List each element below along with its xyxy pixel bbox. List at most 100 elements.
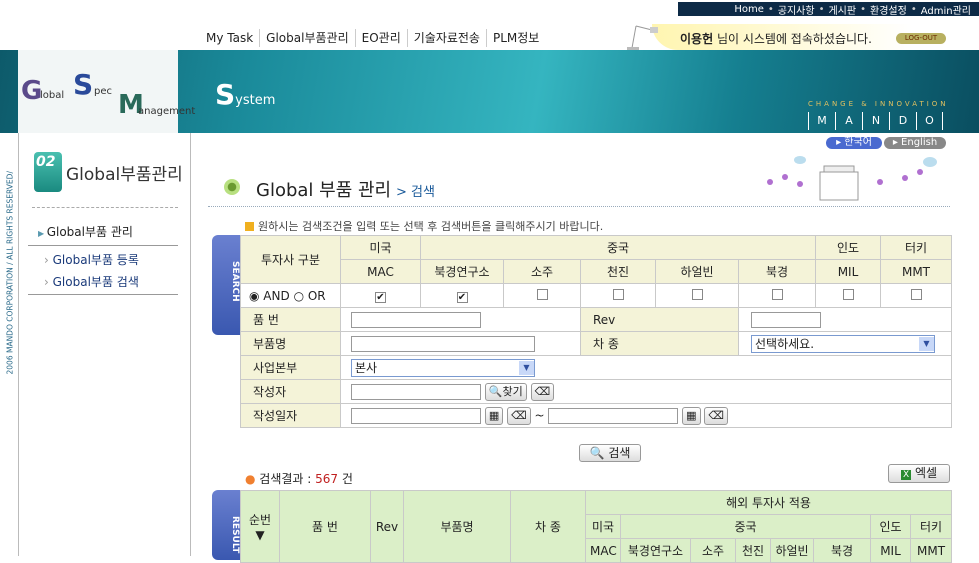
site-checkbox[interactable]	[842, 288, 854, 300]
date-from-input[interactable]	[351, 407, 481, 424]
division-select[interactable]: 본사 ▼	[351, 358, 535, 377]
col-site: 하얼빈	[770, 538, 814, 563]
part-name-input[interactable]	[351, 335, 535, 352]
site-checkbox-cell	[503, 283, 581, 308]
search-icon: 🔍	[488, 384, 503, 398]
col-site: 천진	[735, 538, 771, 563]
site-checkbox[interactable]	[910, 288, 922, 300]
slogan: CHANGE & INNOVATION	[808, 100, 949, 108]
site-checkbox-cell	[655, 283, 739, 308]
chevron-icon: ›	[44, 275, 53, 289]
country-us: 미국	[340, 235, 421, 260]
investor-label: 투자사 구분	[240, 235, 341, 284]
site-checkbox[interactable]	[691, 288, 703, 300]
eraser-button[interactable]: ⌫	[507, 406, 531, 425]
korean-button[interactable]: ▸ 한국어	[826, 137, 882, 149]
country-in: 인도	[815, 235, 881, 260]
bullet-icon: ●	[245, 472, 260, 486]
rev-input[interactable]	[751, 311, 821, 328]
logout-button[interactable]: LOG-OUT	[896, 33, 946, 44]
breadcrumb: > 검색	[396, 185, 435, 200]
country-tr: 터키	[880, 235, 952, 260]
site-checkbox-cell	[580, 283, 656, 308]
divider	[32, 207, 178, 208]
menu-tech-transfer[interactable]: 기술자료전송	[408, 29, 487, 47]
sort-no-header[interactable]: 순번▼	[240, 490, 280, 563]
english-button[interactable]: ▸ English	[884, 137, 946, 149]
result-tab: RESULT	[212, 490, 240, 560]
site-checkbox[interactable]	[612, 288, 624, 300]
col-part-name: 부품명	[403, 490, 511, 563]
and-radio[interactable]: ◉	[249, 289, 263, 303]
site-header: MAC	[340, 259, 421, 284]
country-cn: 중국	[420, 235, 816, 260]
settings-link[interactable]: 환경설정	[870, 2, 907, 17]
site-header: 북경	[738, 259, 816, 284]
search-icon: 🔍	[589, 446, 605, 460]
site-checkbox-cell: ✔	[340, 283, 421, 308]
divider	[18, 133, 19, 556]
menu-my-task[interactable]: My Task	[200, 29, 261, 47]
page-title: Global 부품 관리	[256, 180, 392, 201]
admin-link[interactable]: Admin관리	[921, 2, 971, 17]
author-input[interactable]	[351, 383, 481, 400]
part-name-label: 부품명	[240, 331, 341, 356]
division-label: 사업본부	[240, 355, 341, 380]
system-logo-text: System	[215, 78, 276, 111]
gsms-logo[interactable]: Global Spec Management	[18, 50, 195, 133]
result-count: ● 검색결과 : 567 건	[245, 472, 353, 486]
excel-button[interactable]: X 엑셀	[888, 464, 950, 483]
and-or-radio[interactable]: ◉ AND ○ OR	[240, 283, 341, 308]
welcome-area: 이용헌 님이 시스템에 접속하셨습니다. LOG-OUT	[622, 20, 952, 50]
site-checkbox-cell	[880, 283, 952, 308]
sidebar-item-label: Global부품 관리	[46, 225, 133, 239]
divider	[208, 206, 950, 207]
triangle-icon: ▶	[38, 229, 47, 238]
site-checkbox[interactable]: ✔	[375, 291, 386, 303]
menu-plm[interactable]: PLM정보	[487, 29, 545, 47]
site-checkbox[interactable]: ✔	[456, 291, 468, 303]
col-site: MMT	[909, 538, 953, 563]
user-name: 이용헌	[680, 32, 714, 46]
menu-eo[interactable]: EO관리	[356, 29, 408, 47]
col-site: 북경	[813, 538, 871, 563]
date-to-input[interactable]	[548, 407, 679, 424]
divider	[28, 294, 178, 295]
site-checkbox[interactable]	[771, 288, 783, 300]
or-radio[interactable]: ○	[294, 289, 308, 303]
home-link[interactable]: Home	[734, 4, 764, 15]
site-header: 북경연구소	[420, 259, 504, 284]
calendar-icon[interactable]: ▦	[682, 406, 701, 425]
eraser-button[interactable]: ⌫	[704, 406, 728, 425]
col-site: MAC	[585, 538, 621, 563]
site-header: 소주	[503, 259, 581, 284]
section-icon: 02	[34, 152, 62, 192]
part-no-input[interactable]	[351, 311, 481, 328]
site-header: MIL	[815, 259, 881, 284]
welcome-text: 님이 시스템에 접속하셨습니다.	[713, 32, 872, 46]
search-button[interactable]: 🔍 검색	[579, 444, 641, 462]
car-type-select[interactable]: 선택하세요. ▼	[751, 334, 935, 353]
eraser-button[interactable]: ⌫	[530, 382, 555, 401]
sidebar-item-register[interactable]: › Global부품 등록	[44, 251, 139, 268]
site-header: 천진	[580, 259, 656, 284]
site-checkbox-cell: ✔	[420, 283, 504, 308]
site-checkbox[interactable]	[536, 288, 548, 300]
menu-global-parts[interactable]: Global부품관리	[260, 29, 356, 47]
col-us: 미국	[585, 514, 621, 539]
board-link[interactable]: 게시판	[828, 2, 856, 17]
excel-icon: X	[900, 470, 912, 480]
search-tab: SEARCH	[212, 235, 240, 335]
col-cn: 중국	[620, 514, 871, 539]
notice-link[interactable]: 공지사항	[778, 2, 815, 17]
flowers-illustration-icon	[767, 156, 937, 201]
mando-logo: MANDO	[808, 112, 943, 130]
find-button[interactable]: 🔍찾기	[484, 382, 527, 401]
col-tr: 터키	[909, 514, 953, 539]
sidebar-item-global-parts[interactable]: ▶ Global부품 관리	[38, 223, 133, 240]
calendar-icon[interactable]: ▦	[484, 406, 504, 425]
col-part-no: 품 번	[279, 490, 371, 563]
search-form: 투자사 구분 미국 중국 인도 터키 MAC 북경연구소 소주 천진 하얼빈 북경 MIL MMT ◉…	[240, 235, 952, 428]
sidebar-item-search[interactable]: › Global부품 검색	[44, 273, 139, 290]
chevron-down-icon: ▼	[919, 336, 934, 351]
